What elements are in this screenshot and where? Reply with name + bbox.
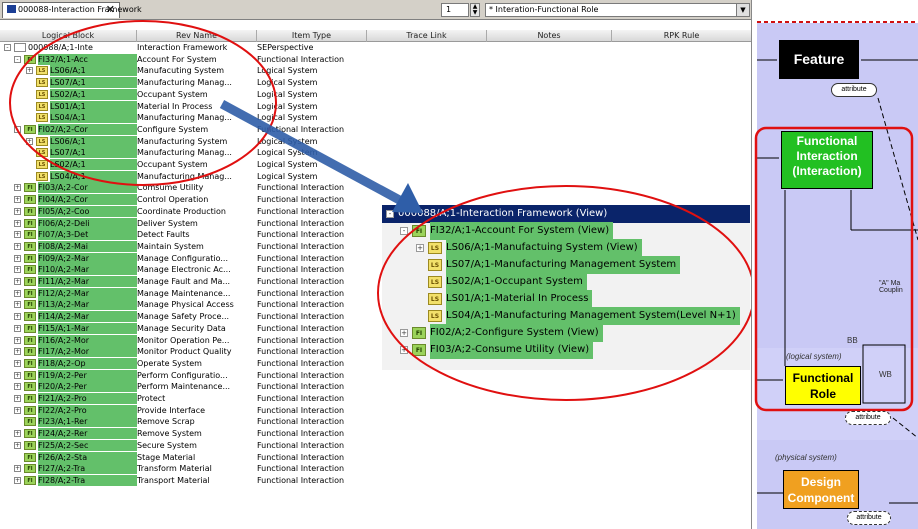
- wb-label: WB: [879, 370, 892, 379]
- functional-interaction-block[interactable]: Functional Interaction (Interaction): [781, 131, 873, 189]
- logical-system-label: (logical system): [786, 352, 842, 361]
- attribute-pill-2[interactable]: attribute: [845, 411, 891, 425]
- callout-ellipse-large: [377, 185, 751, 401]
- physical-system-label: (physical system): [775, 453, 837, 462]
- feature-block[interactable]: Feature: [779, 40, 859, 79]
- diagram-canvas: [754, 0, 918, 529]
- interaction-framework-window: 000088-Interaction Framework ✕ 1 ▲ ▼ * In…: [0, 0, 752, 529]
- coupling-note: "A" Ma Couplin: [879, 280, 903, 294]
- design-component-block[interactable]: Design Component: [783, 470, 859, 509]
- meta-model-diagram: Feature attribute Functional Interaction…: [753, 0, 918, 529]
- attribute-pill-1[interactable]: attribute: [831, 83, 877, 97]
- attribute-pill-3[interactable]: attribute: [847, 511, 891, 525]
- callout-ellipse-small: [9, 20, 277, 186]
- pointer-arrow: [219, 100, 423, 213]
- bb-label: BB: [847, 336, 858, 345]
- functional-role-block[interactable]: Functional Role: [785, 366, 861, 405]
- annotation-overlay: [9, 20, 751, 401]
